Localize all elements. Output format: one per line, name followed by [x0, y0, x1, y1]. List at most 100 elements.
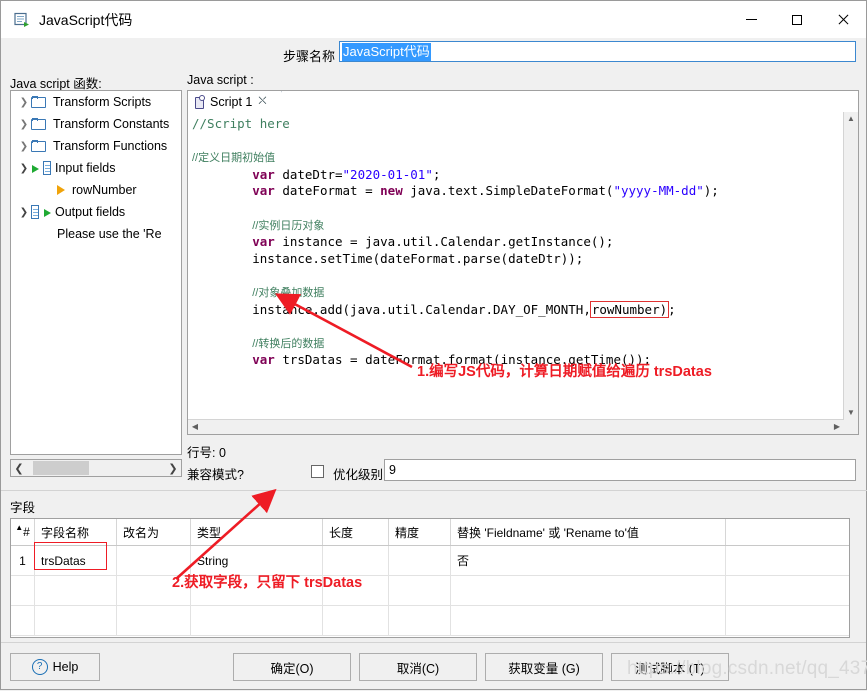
tree-item-transform-constants[interactable]: ❯ Transform Constants: [11, 113, 181, 135]
table-row[interactable]: [11, 576, 849, 606]
cell-precision[interactable]: [389, 546, 451, 575]
scroll-left-icon[interactable]: ❮: [11, 462, 27, 475]
minimize-button[interactable]: [728, 1, 774, 38]
cell-replace[interactable]: 否: [451, 546, 726, 575]
table-row[interactable]: [11, 606, 849, 636]
maximize-button[interactable]: [774, 1, 820, 38]
column-header-rename[interactable]: 改名为: [117, 519, 191, 545]
cell-precision[interactable]: [389, 606, 451, 635]
editor-vertical-scrollbar[interactable]: ▲ ▼: [843, 112, 858, 420]
cell-extra[interactable]: [726, 576, 849, 605]
script-editor-panel: Script 1 ⛌ //Script here //定义日期初始值 var d…: [187, 90, 859, 435]
code-token: //Script here: [192, 116, 290, 131]
column-header-length[interactable]: 长度: [323, 519, 389, 545]
optimization-level-input[interactable]: 9: [384, 459, 856, 481]
column-header-index[interactable]: ▲ #: [11, 519, 35, 545]
cell-precision[interactable]: [389, 576, 451, 605]
cell-replace[interactable]: [451, 606, 726, 635]
scroll-track[interactable]: [27, 460, 165, 476]
tree-item-transform-functions[interactable]: ❯ Transform Functions: [11, 135, 181, 157]
tree-item-label: Output fields: [55, 205, 126, 219]
get-variables-button[interactable]: 获取变量 (G): [485, 653, 603, 681]
tree-item-output-fields[interactable]: ❯ Output fields: [11, 201, 181, 223]
cell-fieldname[interactable]: [35, 606, 117, 635]
fields-table[interactable]: ▲ # 字段名称 改名为 类型 长度 精度 替换 'Fieldname' 或 'R…: [10, 518, 850, 638]
cancel-button[interactable]: 取消(C): [359, 653, 477, 681]
folder-icon: [31, 139, 48, 153]
code-token: //实例日历对象: [252, 219, 325, 232]
chevron-right-icon[interactable]: ❯: [17, 97, 31, 108]
chevron-down-icon[interactable]: ❯: [17, 163, 31, 174]
chevron-down-icon[interactable]: ❯: [17, 207, 31, 218]
table-row[interactable]: 1 trsDatas String 否: [11, 546, 849, 576]
title-bar: JavaScript代码: [1, 1, 866, 38]
scroll-up-icon[interactable]: ▲: [844, 112, 858, 126]
cell-replace[interactable]: [451, 576, 726, 605]
code-token: "2020-01-01": [342, 166, 433, 182]
tab-script-1[interactable]: Script 1 ⛌: [188, 91, 293, 112]
help-button[interactable]: ? Help: [10, 653, 100, 681]
cell-type[interactable]: [191, 606, 323, 635]
code-token: instance.add(java.util.Calendar.DAY_OF_M…: [192, 301, 591, 317]
script-icon: [194, 95, 205, 109]
cell-rename[interactable]: [117, 606, 191, 635]
code-line: //实例日历对象: [192, 217, 844, 235]
scroll-right-icon[interactable]: ❯: [165, 462, 181, 475]
code-token: //对象叠加数据: [252, 286, 325, 299]
tree-horizontal-scrollbar[interactable]: ❮ ❯: [10, 459, 182, 477]
code-line: instance.add(java.util.Calendar.DAY_OF_M…: [192, 300, 844, 319]
functions-tree[interactable]: ❯ Transform Scripts ❯ Transform Constant…: [10, 90, 182, 455]
column-header-type[interactable]: 类型: [191, 519, 323, 545]
column-header-extra[interactable]: [726, 519, 849, 545]
scroll-left-icon[interactable]: ◀: [188, 420, 202, 434]
editor-horizontal-scrollbar[interactable]: ◀ ▶: [188, 419, 844, 434]
column-header-label: #: [23, 525, 30, 539]
scroll-right-icon[interactable]: ▶: [830, 420, 844, 434]
javascript-step-dialog: JavaScript代码 步骤名称 JavaScript代码 Java scri…: [0, 0, 867, 690]
code-token: dateFormat =: [274, 183, 381, 199]
tab-close-icon[interactable]: ⛌: [258, 95, 266, 108]
code-line: var dateFormat = new java.text.SimpleDat…: [192, 183, 844, 200]
compat-mode-checkbox[interactable]: [311, 465, 324, 478]
code-token: instance.setTime(dateFormat.parse(dateDt…: [192, 250, 584, 266]
code-token: );: [703, 183, 719, 199]
ok-button[interactable]: 确定(O): [233, 653, 351, 681]
chevron-right-icon[interactable]: ❯: [17, 141, 31, 152]
editor-tab-bar: Script 1 ⛌: [188, 91, 858, 113]
column-header-precision[interactable]: 精度: [389, 519, 451, 545]
column-header-replace[interactable]: 替换 'Fieldname' 或 'Rename to'值: [451, 519, 726, 545]
code-token: instance = java.util.Calendar.getInstanc…: [274, 234, 614, 250]
tree-item-rownumber[interactable]: rowNumber: [11, 179, 181, 201]
close-button[interactable]: [820, 1, 866, 38]
tree-item-transform-scripts[interactable]: ❯ Transform Scripts: [11, 91, 181, 113]
optimization-level-label: 优化级别: [333, 468, 384, 482]
watermark: https://blog.csdn.net/qq_43733123: [627, 658, 867, 679]
scroll-thumb[interactable]: [33, 461, 89, 475]
code-token: new: [380, 183, 403, 199]
chevron-right-icon[interactable]: ❯: [17, 119, 31, 130]
help-button-label: Help: [52, 660, 79, 674]
code-line: var instance = java.util.Calendar.getIns…: [192, 234, 844, 251]
cell-fieldname[interactable]: [35, 576, 117, 605]
field-arrow-icon: [57, 185, 65, 195]
line-number-label: 行号: 0: [187, 446, 226, 460]
folder-icon: [31, 95, 48, 109]
cell-fieldname[interactable]: trsDatas: [35, 546, 117, 575]
cell-extra[interactable]: [726, 606, 849, 635]
tree-item-input-fields[interactable]: ❯ Input fields: [11, 157, 181, 179]
script-panel-label: Java script :: [187, 73, 254, 87]
scroll-down-icon[interactable]: ▼: [844, 406, 858, 420]
column-header-fieldname[interactable]: 字段名称: [35, 519, 117, 545]
window-controls: [728, 1, 866, 38]
tree-item-label: Transform Functions: [53, 139, 168, 153]
cell-length[interactable]: [323, 606, 389, 635]
tree-item-label: rowNumber: [72, 183, 137, 197]
question-mark-icon: ?: [31, 659, 48, 675]
cell-extra[interactable]: [726, 546, 849, 575]
step-name-input[interactable]: JavaScript代码: [339, 41, 856, 62]
